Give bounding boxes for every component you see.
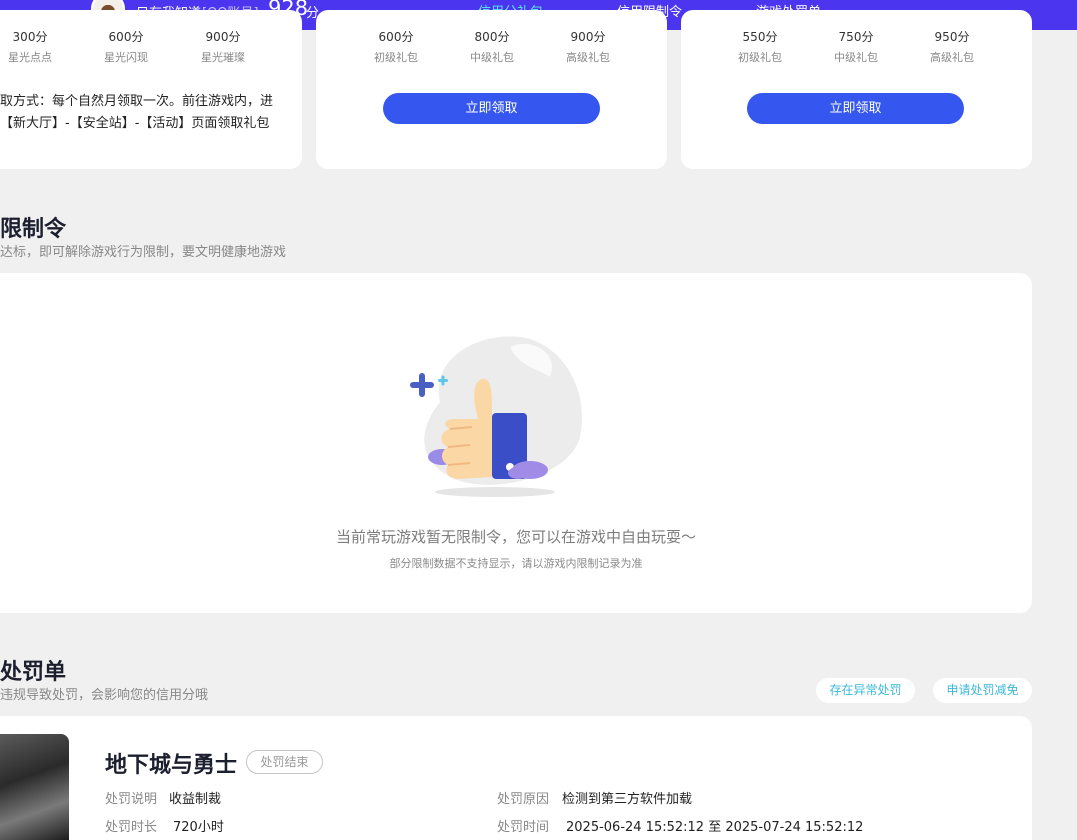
section-title-penalty: 处罚单 [0, 660, 67, 685]
tier-name: 初级礼包 [738, 51, 782, 64]
penalty-desc-label: 处罚说明 [105, 792, 158, 807]
claim-button[interactable]: 立即领取 [747, 93, 964, 124]
gift-card-3: 550分 初级礼包 750分 中级礼包 950分 高级礼包 立即领取 [681, 10, 1032, 169]
tier-value: 600分 [108, 30, 144, 44]
penalty-desc-value: 收益制裁 [169, 792, 222, 807]
gift-card-starlight: 300分 星光点点 600分 星光闪现 900分 星光璀璨 取方式：每个自然月领… [0, 10, 302, 169]
thumbs-up-icon [410, 336, 582, 497]
tier-name: 星光闪现 [104, 51, 148, 64]
tier-value: 800分 [474, 30, 510, 44]
tier-value: 750分 [838, 30, 874, 44]
empty-state-text: 当前常玩游戏暂无限制令，您可以在游戏中自由玩耍～ [335, 528, 696, 546]
tier-name: 中级礼包 [834, 51, 878, 64]
tier-name: 星光璀璨 [201, 51, 245, 64]
penalty-reason-value: 检测到第三方软件加载 [562, 792, 693, 807]
claim-instructions-line2: 【新大厅】-【安全站】-【活动】页面领取礼包 [0, 116, 270, 131]
tier-name: 高级礼包 [930, 51, 974, 64]
tier-name: 初级礼包 [374, 51, 418, 64]
section-title-restriction: 限制令 [0, 217, 67, 242]
appeal-penalty-button[interactable]: 申请处罚减免 [933, 678, 1032, 703]
claim-instructions-line1: 取方式：每个自然月领取一次。前往游戏内，进 [0, 94, 274, 109]
penalty-duration-value: 720小时 [173, 820, 224, 835]
penalty-time-label: 处罚时间 [497, 820, 550, 835]
game-title: 地下城与勇士 [105, 753, 238, 778]
tier-value: 550分 [742, 30, 778, 44]
claim-button[interactable]: 立即领取 [383, 93, 600, 124]
empty-state-subtext: 部分限制数据不支持显示，请以游戏内限制记录为准 [389, 557, 643, 570]
tier-value: 900分 [570, 30, 606, 44]
restriction-card: 当前常玩游戏暂无限制令，您可以在游戏中自由玩耍～ 部分限制数据不支持显示，请以游… [0, 273, 1032, 613]
tier-value: 950分 [934, 30, 970, 44]
tier-value: 300分 [12, 30, 48, 44]
status-badge: 处罚结束 [246, 750, 323, 774]
tier-name: 中级礼包 [470, 51, 514, 64]
tier-value: 900分 [205, 30, 241, 44]
section-desc-restriction: 达标，即可解除游戏行为限制，要文明健康地游戏 [0, 245, 287, 260]
game-thumbnail [0, 734, 69, 840]
penalty-time-value: 2025-06-24 15:52:12 至 2025-07-24 15:52:1… [566, 820, 864, 835]
abnormal-penalty-button[interactable]: 存在异常处罚 [816, 678, 915, 703]
gift-card-2: 600分 初级礼包 800分 中级礼包 900分 高级礼包 立即领取 [316, 10, 667, 169]
tier-value: 600分 [378, 30, 414, 44]
penalty-reason-label: 处罚原因 [497, 792, 550, 807]
section-desc-penalty: 违规导致处罚，会影响您的信用分哦 [0, 688, 209, 703]
tier-name: 高级礼包 [566, 51, 610, 64]
tier-name: 星光点点 [8, 51, 52, 64]
penalty-duration-label: 处罚时长 [105, 820, 158, 835]
